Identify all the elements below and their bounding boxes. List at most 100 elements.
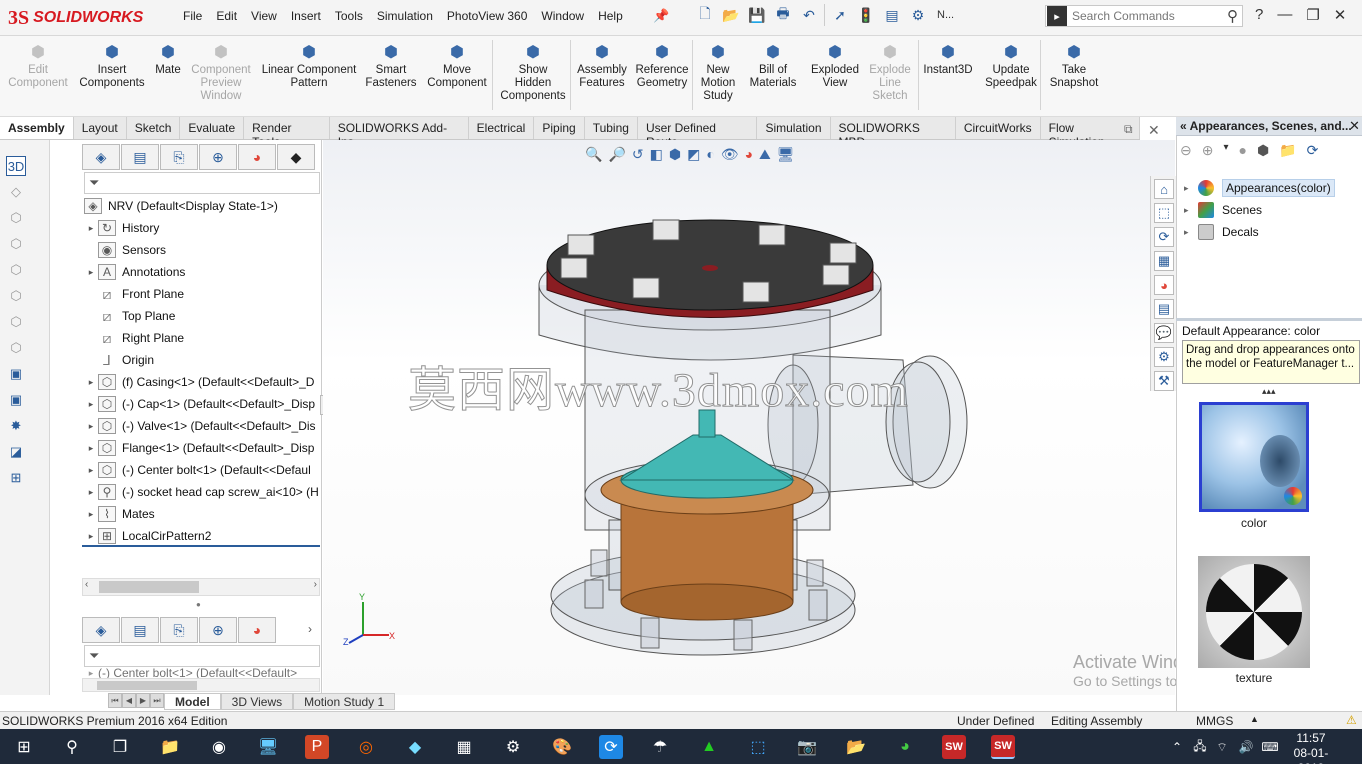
- units-dropdown-icon[interactable]: ▲: [1250, 714, 1259, 724]
- forward-icon[interactable]: ⊕: [1202, 142, 1214, 159]
- appearance-sphere-icon[interactable]: ●: [1239, 142, 1247, 159]
- revolve-icon[interactable]: ⬡: [6, 234, 26, 254]
- open-icon[interactable]: 📂: [720, 4, 742, 26]
- zoom-to-area-icon[interactable]: 🔎: [608, 146, 625, 163]
- tray-network-icon[interactable]: 🖧: [1188, 735, 1212, 759]
- add-folder-icon[interactable]: ⬢: [1257, 142, 1269, 159]
- calculator-icon[interactable]: ▦: [452, 735, 476, 759]
- toolbox-icon[interactable]: ⚒: [1154, 371, 1174, 391]
- extrude-icon[interactable]: ⬡: [6, 208, 26, 228]
- shell-icon[interactable]: ▣: [6, 364, 26, 384]
- dimxpert-tab-icon[interactable]: ⊕: [199, 617, 237, 643]
- quick-access-overflow[interactable]: N...: [937, 9, 954, 21]
- apply-scene-icon[interactable]: ⛰: [759, 146, 771, 163]
- chrome-icon[interactable]: ◕: [893, 735, 917, 759]
- close-button[interactable]: ✕: [1334, 6, 1347, 24]
- command-mate[interactable]: ⬢ Mate: [150, 38, 186, 77]
- expand-arrow-icon[interactable]: ▸: [84, 421, 98, 432]
- refresh-icon[interactable]: ⟳: [1307, 142, 1319, 159]
- print-icon[interactable]: 🖶: [772, 4, 794, 26]
- texture-swatch[interactable]: [1198, 556, 1310, 668]
- pin-icon[interactable]: 📌: [653, 8, 669, 24]
- search-icon[interactable]: ⚲: [1227, 7, 1238, 25]
- tree-item[interactable]: ⧄ Top Plane: [84, 306, 322, 326]
- splitter-handle[interactable]: ●: [196, 600, 201, 609]
- tp-item-scenes[interactable]: ▸ Scenes: [1184, 200, 1262, 220]
- dimxpert-tab-icon[interactable]: ⊕: [199, 144, 237, 170]
- tab-user-defined-route[interactable]: User Defined Route: [638, 117, 758, 149]
- filter-icon[interactable]: ⏷: [89, 648, 99, 664]
- undo-icon[interactable]: ↶: [798, 4, 820, 26]
- zoom-to-fit-icon[interactable]: 🔍: [585, 146, 602, 163]
- command-motion-study[interactable]: ⬢ New Motion Study: [696, 38, 740, 103]
- file-properties-icon[interactable]: ▤: [881, 4, 903, 26]
- view-palette-icon[interactable]: ▦: [1154, 251, 1174, 271]
- taskbar-clock[interactable]: 11:57 08-01-2019: [1286, 731, 1336, 776]
- fillet-icon[interactable]: ⬡: [6, 338, 26, 358]
- new-folder-icon[interactable]: 📁: [1279, 142, 1296, 159]
- command-explode-line-sketch[interactable]: ⬢ Explode Line Sketch: [862, 38, 918, 103]
- scroll-left-icon[interactable]: ‹: [85, 579, 88, 590]
- tab-evaluate[interactable]: Evaluate: [180, 117, 245, 139]
- paint-icon[interactable]: 🎨: [550, 735, 574, 759]
- weather-app-icon[interactable]: ☂: [648, 735, 672, 759]
- task-view-icon[interactable]: ❐: [108, 735, 132, 759]
- app-icon[interactable]: ◆: [403, 735, 427, 759]
- expand-arrow-icon[interactable]: ▸: [84, 399, 98, 410]
- tray-keyboard-icon[interactable]: ⌨: [1258, 735, 1282, 759]
- tabs-more-icon[interactable]: ›: [308, 622, 312, 636]
- command-assembly-features[interactable]: ⬢ Assembly Features: [573, 38, 631, 90]
- tree-item[interactable]: ▸ ⚲ (-) socket head cap screw_ai<10> (H: [84, 482, 322, 502]
- select-pointer-icon[interactable]: ➚: [829, 4, 851, 26]
- custom-properties-icon[interactable]: ▤: [1154, 299, 1174, 319]
- tab-model[interactable]: Model: [164, 693, 221, 710]
- tp-item-appearances[interactable]: ▸ Appearances(color): [1184, 178, 1335, 198]
- property-manager-tab-icon[interactable]: ▤: [121, 144, 159, 170]
- menu-tools[interactable]: Tools: [328, 6, 370, 26]
- feature-icon[interactable]: ✸: [6, 416, 26, 436]
- solidworks-logo[interactable]: 3S SOLIDWORKS: [8, 4, 158, 32]
- search-input[interactable]: Search Commands: [1072, 9, 1227, 23]
- green-app-icon[interactable]: ▲: [697, 735, 721, 759]
- command-bill-of-materials[interactable]: ⬢ Bill of Materials: [745, 38, 801, 90]
- sketch-tool-icon[interactable]: ◇: [6, 182, 26, 202]
- view-orientation-icon[interactable]: ◩: [687, 146, 700, 163]
- expand-arrow-icon[interactable]: ▸: [84, 465, 98, 476]
- command-smart-fasteners[interactable]: ⬢ Smart Fasteners: [365, 38, 417, 90]
- edit-appearance-icon[interactable]: ◕: [745, 146, 753, 163]
- tray-up-arrow-icon[interactable]: ⌃: [1165, 735, 1189, 759]
- loft-icon[interactable]: ⬡: [6, 286, 26, 306]
- display-manager-tab-icon[interactable]: ◕: [238, 144, 276, 170]
- expand-arrow-icon[interactable]: ▸: [1184, 205, 1198, 216]
- command-show-hidden[interactable]: ⬢ Show Hidden Components: [497, 38, 569, 103]
- tab-circuitworks[interactable]: CircuitWorks: [956, 117, 1041, 139]
- tab-simulation[interactable]: Simulation: [757, 117, 831, 139]
- solidworks-resources-icon[interactable]: ⌂: [1154, 179, 1174, 199]
- file-explorer-icon[interactable]: ⟳: [1154, 227, 1174, 247]
- tray-wifi-icon[interactable]: ⌔: [1210, 735, 1234, 759]
- expand-arrow-icon[interactable]: ▸: [84, 267, 98, 278]
- menu-edit[interactable]: Edit: [209, 6, 244, 26]
- tab-solidworks-add-ins[interactable]: SOLIDWORKS Add-Ins: [330, 117, 469, 149]
- expand-arrow-icon[interactable]: ▸: [84, 531, 98, 542]
- color-swatch[interactable]: [1199, 402, 1309, 512]
- command-instant3d[interactable]: ⬢ Instant3D: [920, 38, 976, 77]
- filter-icon[interactable]: ⏷: [89, 175, 99, 191]
- collapse-icon[interactable]: «: [1180, 119, 1187, 133]
- save-icon[interactable]: 💾: [746, 4, 768, 26]
- display-style-icon[interactable]: ◐: [706, 146, 714, 163]
- media-player-icon[interactable]: ◉: [207, 735, 231, 759]
- taskbar-search-icon[interactable]: ⚲: [60, 735, 84, 759]
- expand-arrow-icon[interactable]: ▸: [84, 668, 98, 678]
- help-button[interactable]: ?: [1255, 6, 1263, 24]
- settings-icon[interactable]: ⚙: [501, 735, 525, 759]
- options-gear-icon[interactable]: ⚙: [907, 4, 929, 26]
- back-icon[interactable]: ⊖: [1180, 142, 1192, 159]
- splitter-dots[interactable]: ▴▴▴: [1262, 386, 1276, 397]
- solidworks-active-taskbar-icon[interactable]: SW: [991, 735, 1015, 759]
- tab-assembly[interactable]: Assembly: [0, 117, 74, 139]
- minimize-button[interactable]: —: [1277, 6, 1292, 24]
- expand-arrow-icon[interactable]: ▸: [1184, 227, 1198, 238]
- command-snapshot[interactable]: ⬢ Take Snapshot: [1047, 38, 1101, 90]
- menu-file[interactable]: File: [176, 6, 209, 26]
